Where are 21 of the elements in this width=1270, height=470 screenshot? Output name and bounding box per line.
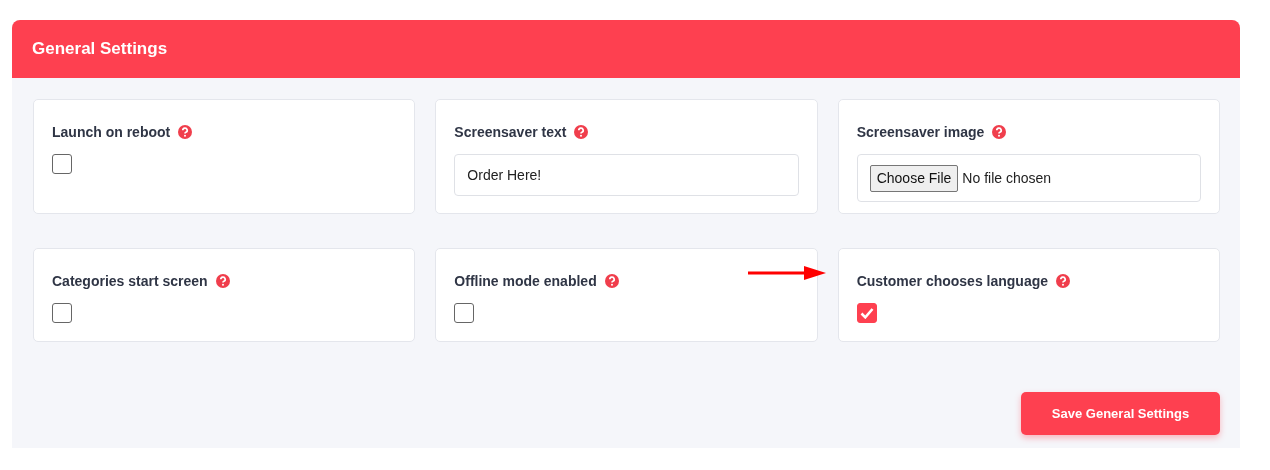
panel-title: General Settings (32, 38, 168, 61)
arrow-icon (748, 266, 826, 280)
checkbox[interactable] (454, 303, 475, 323)
setting-label: Categories start screen (52, 273, 208, 289)
checkbox[interactable] (856, 303, 877, 323)
help-icon[interactable] (215, 274, 230, 288)
input-field[interactable]: Order Here! (454, 154, 799, 196)
help-icon[interactable] (178, 125, 193, 139)
setting-label: Launch on reboot (52, 124, 171, 140)
choose-file-button[interactable]: Choose File (869, 164, 959, 192)
help-icon[interactable] (1056, 274, 1071, 288)
help-icon[interactable] (574, 125, 589, 139)
setting-label: Customer chooses language (856, 273, 1049, 289)
setting-label: Offline mode enabled (454, 273, 597, 289)
help-icon[interactable] (604, 274, 619, 288)
setting-label: Screensaver image (856, 124, 985, 140)
checkbox[interactable] (52, 154, 72, 174)
file-status: No file chosen (962, 168, 1052, 188)
help-icon[interactable] (992, 125, 1007, 139)
checkbox[interactable] (52, 303, 72, 323)
setting-label: Screensaver text (454, 124, 567, 140)
